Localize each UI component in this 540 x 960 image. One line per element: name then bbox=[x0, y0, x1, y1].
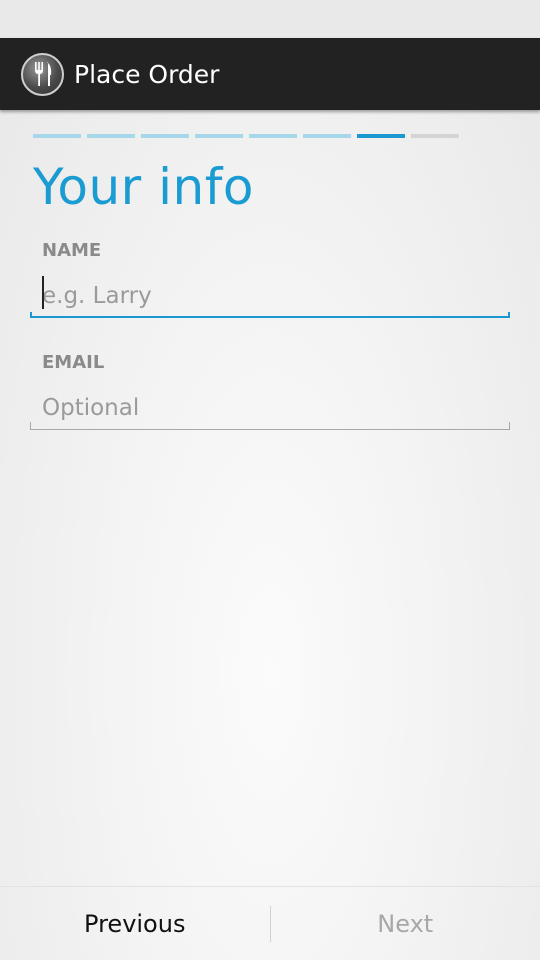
email-input-underline bbox=[30, 422, 510, 430]
action-bar: Place Order bbox=[0, 38, 540, 110]
text-cursor bbox=[42, 276, 44, 309]
step-indicator bbox=[33, 134, 81, 138]
step-indicator bbox=[411, 134, 459, 138]
app-title: Place Order bbox=[74, 59, 220, 89]
status-bar bbox=[0, 0, 540, 38]
name-label: NAME bbox=[42, 240, 102, 261]
previous-button[interactable]: Previous bbox=[0, 887, 270, 960]
name-input-underline bbox=[30, 312, 510, 318]
page-title: Your info bbox=[33, 158, 254, 216]
name-field-container bbox=[30, 274, 510, 318]
step-indicator bbox=[141, 134, 189, 138]
next-button[interactable]: Next bbox=[271, 887, 540, 960]
email-label: EMAIL bbox=[42, 352, 105, 373]
step-indicator bbox=[249, 134, 297, 138]
step-indicator bbox=[195, 134, 243, 138]
step-progress-indicator bbox=[33, 134, 459, 138]
step-indicator-current bbox=[357, 134, 405, 138]
step-indicator bbox=[87, 134, 135, 138]
fork-knife-icon[interactable] bbox=[21, 52, 64, 96]
step-indicator bbox=[303, 134, 351, 138]
email-field-container bbox=[30, 386, 510, 430]
bottom-navigation-bar: Previous Next bbox=[0, 886, 540, 960]
